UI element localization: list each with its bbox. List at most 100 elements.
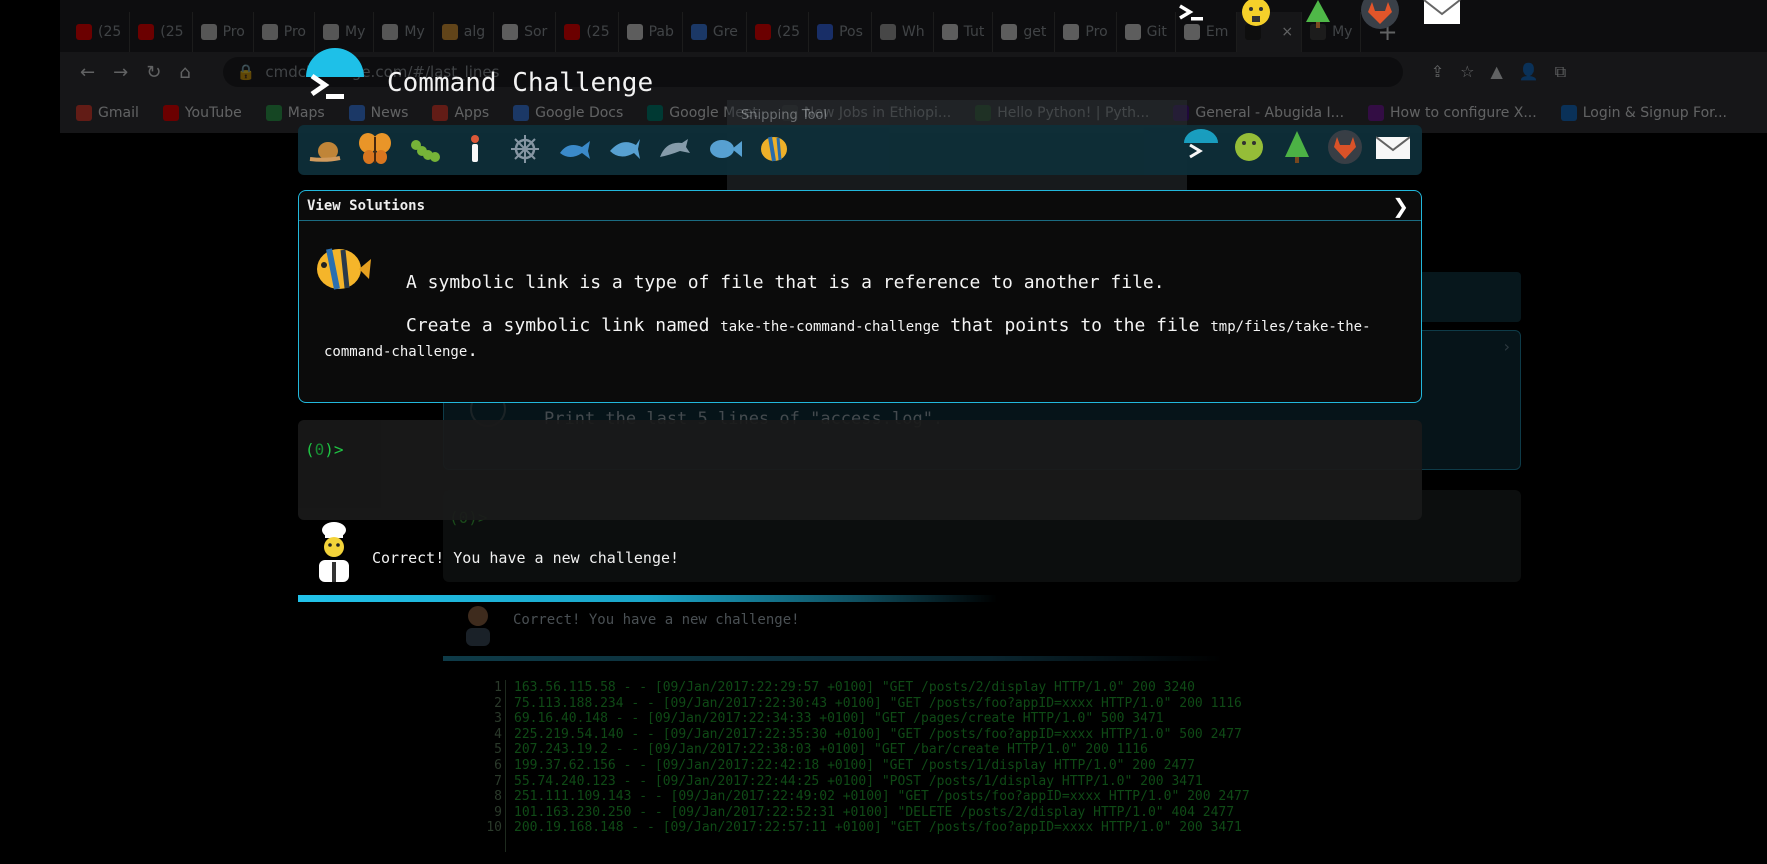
bookmark-label: Apps — [454, 104, 490, 121]
cmd-logo-icon[interactable] — [1184, 129, 1218, 165]
browser-tab[interactable]: Pos — [809, 12, 872, 52]
line-number: 4 — [494, 726, 502, 742]
bookmark-favicon-icon — [265, 104, 282, 121]
tab-favicon-icon — [564, 24, 581, 40]
bookmark-item[interactable]: Hello Python! | Pyth... — [975, 104, 1150, 121]
gitlab-icon[interactable] — [1360, 0, 1400, 30]
browser-tab[interactable]: Gre — [683, 12, 747, 52]
tab-label: alg — [463, 24, 486, 40]
home-icon[interactable]: ⌂ — [179, 62, 190, 83]
drive-icon[interactable]: ▲ — [1490, 62, 1502, 82]
line-number: 8 — [494, 789, 502, 805]
browser-tab[interactable]: (25 — [556, 12, 619, 52]
cmd-logo-icon[interactable] — [1174, 0, 1214, 30]
chevron-right-icon[interactable]: ❯ — [1392, 194, 1409, 218]
mail-icon[interactable] — [1422, 0, 1462, 30]
bookmark-label: Hello Python! | Pyth... — [997, 104, 1150, 121]
ship-wheel-icon[interactable] — [508, 131, 542, 167]
browser-tab[interactable]: (25 — [130, 12, 193, 52]
line-number: 3 — [494, 711, 502, 727]
gitlab-icon[interactable] — [1328, 129, 1362, 165]
browser-tab[interactable]: Pro — [254, 12, 315, 52]
tab-label: Git — [1146, 24, 1167, 40]
bookmark-item[interactable]: How to configure X... — [1368, 104, 1537, 121]
bookmark-favicon-icon — [432, 104, 449, 121]
prompt-count: 0 — [314, 440, 325, 459]
challenge-panel: View Solutions ❯ A symbolic link is a ty… — [298, 190, 1422, 403]
bookmark-item[interactable]: Apps — [432, 104, 490, 121]
bookmark-item[interactable]: YouTube — [162, 104, 242, 121]
bookmark-label: Login & Signup For... — [1582, 104, 1727, 121]
bookmark-favicon-icon — [348, 104, 365, 121]
fish-icon[interactable] — [708, 131, 742, 167]
whale-icon[interactable] — [558, 131, 592, 167]
bookmark-item[interactable]: Google Meet — [647, 104, 758, 121]
extension-icon[interactable]: ⧉ — [1555, 62, 1566, 82]
browser-tab[interactable]: Tut — [934, 12, 994, 52]
terminal-input-box[interactable]: (0)> — [298, 420, 1422, 520]
bookmark-item[interactable]: General - Abugida I... — [1173, 104, 1345, 121]
forward-icon[interactable]: → — [113, 62, 128, 83]
browser-tab[interactable]: Git — [1117, 12, 1176, 52]
bookmark-item[interactable]: Login & Signup For... — [1560, 104, 1727, 121]
profile-icon[interactable]: 👤 — [1519, 62, 1539, 82]
terminal-prompt[interactable]: (0)> — [305, 440, 344, 459]
tab-label: get — [1023, 24, 1047, 40]
bookmark-label: General - Abugida I... — [1195, 104, 1345, 121]
line-number: 9 — [494, 804, 502, 820]
back-icon[interactable]: ← — [80, 62, 95, 83]
bookmark-item[interactable]: News — [348, 104, 408, 121]
prompt-close: )> — [324, 440, 344, 459]
tab-label: Sor — [524, 24, 548, 40]
terminal-logo-icon[interactable] — [308, 70, 348, 104]
task-code-link-name: take-the-command-challenge — [720, 319, 940, 335]
figure-icon[interactable] — [458, 131, 492, 167]
log-line-text: 69.16.40.148 - - [09/Jan/2017:22:34:33 +… — [514, 711, 1164, 727]
emoji-icon[interactable] — [1232, 129, 1266, 165]
bookmark-label: Google Docs — [535, 104, 624, 121]
bookmark-favicon-icon — [647, 104, 664, 121]
view-solutions-label[interactable]: View Solutions — [307, 198, 425, 214]
ghost-output-log: 1 163.56.115.58 - - [09/Jan/2017:22:29:57… — [478, 680, 1250, 836]
browser-tab[interactable]: My — [315, 12, 375, 52]
browser-tab[interactable]: (25 — [68, 12, 131, 52]
ghost-code-gutter — [505, 680, 506, 852]
reload-icon[interactable]: ↻ — [146, 62, 161, 83]
tropical-fish-icon — [317, 248, 371, 290]
browser-tab[interactable]: (25 — [747, 12, 810, 52]
browser-tab[interactable]: alg — [434, 12, 495, 52]
bookmark-item[interactable]: New Jobs in Ethiopi... — [781, 104, 951, 121]
bookmark-item[interactable]: Gmail — [76, 104, 139, 121]
status-message: Correct! You have a new challenge! — [372, 549, 680, 567]
star-icon[interactable]: ☆ — [1460, 62, 1474, 82]
tree-icon[interactable] — [1298, 0, 1338, 30]
tab-favicon-icon — [76, 24, 92, 40]
caterpillar-icon[interactable] — [408, 131, 442, 167]
tropical-fish-icon[interactable] — [758, 131, 792, 167]
mail-icon[interactable] — [1376, 129, 1410, 165]
log-line: 4 225.219.54.140 - - [09/Jan/2017:22:35:3… — [478, 727, 1250, 743]
navbar-right-icons — [1184, 129, 1410, 165]
browser-tab[interactable]: get — [993, 12, 1056, 52]
dolphin-icon[interactable] — [658, 131, 692, 167]
browser-tab[interactable]: Pro — [193, 12, 254, 52]
browser-tab[interactable]: My — [374, 12, 434, 52]
bookmark-label: Gmail — [98, 104, 139, 121]
browser-tab[interactable]: Wh — [872, 12, 934, 52]
emoji-icon[interactable] — [1236, 0, 1276, 30]
log-line-text: 75.113.188.234 - - [09/Jan/2017:22:30:43… — [514, 695, 1242, 711]
bookmark-favicon-icon — [513, 104, 530, 121]
browser-tab[interactable]: Sor — [494, 12, 557, 52]
share-icon[interactable]: ⇪ — [1431, 62, 1444, 82]
butterfly-icon[interactable] — [358, 131, 392, 167]
browser-tab[interactable]: Pro — [1055, 12, 1117, 52]
line-number: 7 — [494, 773, 502, 789]
tree-icon[interactable] — [1280, 129, 1314, 165]
browser-tab[interactable]: Pab — [619, 12, 683, 52]
bookmark-item[interactable]: Maps — [265, 104, 325, 121]
snail-icon[interactable] — [308, 131, 342, 167]
view-solutions-header[interactable]: View Solutions ❯ — [299, 191, 1421, 221]
shark-icon[interactable] — [608, 131, 642, 167]
bookmark-item[interactable]: Google Docs — [513, 104, 624, 121]
log-line-text: 225.219.54.140 - - [09/Jan/2017:22:35:30… — [514, 726, 1242, 742]
